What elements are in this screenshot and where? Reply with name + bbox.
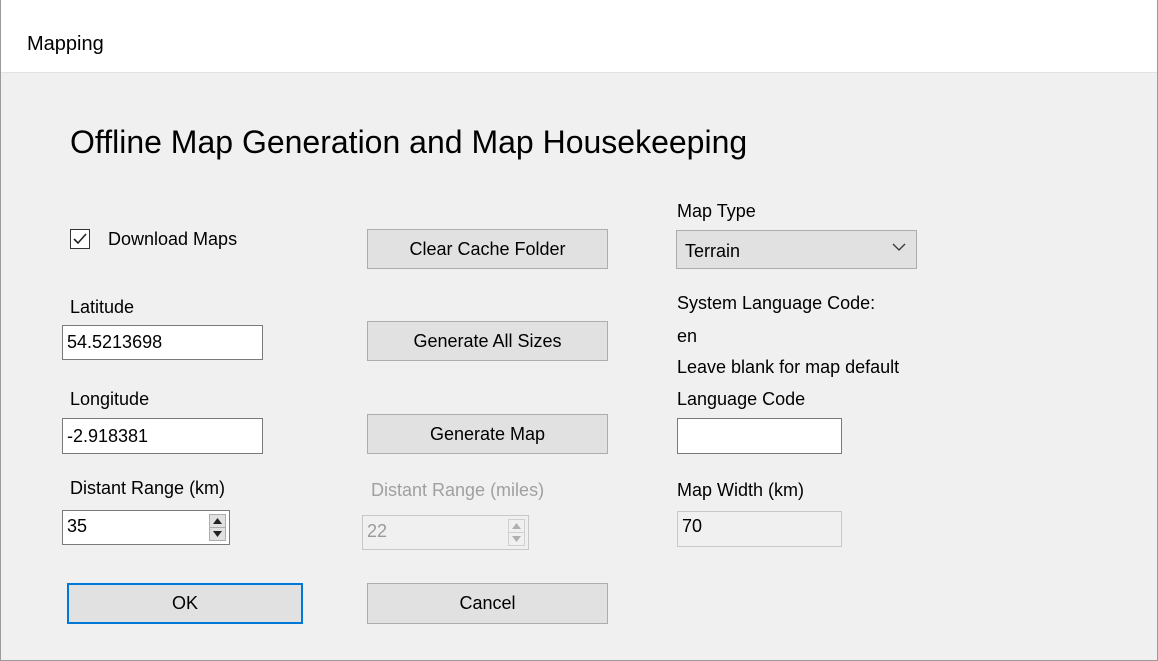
- triangle-up-icon: [512, 523, 521, 529]
- generate-map-button[interactable]: Generate Map: [367, 414, 608, 454]
- generate-all-sizes-button[interactable]: Generate All Sizes: [367, 321, 608, 361]
- distant-range-km-stepper[interactable]: 35: [62, 510, 230, 545]
- cancel-button[interactable]: Cancel: [367, 583, 608, 624]
- language-code-label: Language Code: [677, 389, 806, 409]
- distant-range-miles-stepper: 22: [362, 515, 529, 550]
- spinner-up-button: [509, 520, 524, 533]
- ok-button[interactable]: OK: [67, 583, 303, 624]
- spinner-up-button[interactable]: [210, 515, 225, 528]
- system-language-value: en: [677, 326, 698, 346]
- system-language-label: System Language Code:: [677, 293, 876, 313]
- checkmark-icon: [73, 233, 87, 245]
- distant-range-km-spinner[interactable]: [209, 514, 226, 541]
- distant-range-miles-spinner: [508, 519, 525, 546]
- triangle-down-icon: [213, 531, 222, 537]
- distant-range-miles-label: Distant Range (miles): [371, 480, 545, 500]
- clear-cache-folder-button[interactable]: Clear Cache Folder: [367, 229, 608, 269]
- map-type-selected: Terrain: [685, 241, 741, 261]
- page-heading: Offline Map Generation and Map Housekeep…: [70, 124, 748, 160]
- longitude-input[interactable]: [62, 418, 263, 454]
- latitude-input[interactable]: [62, 325, 263, 360]
- spinner-down-button: [509, 533, 524, 545]
- spinner-down-button[interactable]: [210, 528, 225, 540]
- triangle-up-icon: [213, 518, 222, 524]
- download-maps-label[interactable]: Download Maps: [108, 229, 237, 250]
- triangle-down-icon: [512, 536, 521, 542]
- distant-range-km-value: 35: [67, 516, 88, 536]
- distant-range-miles-value: 22: [367, 521, 388, 541]
- language-hint: Leave blank for map default: [677, 357, 900, 377]
- language-code-input[interactable]: [677, 418, 842, 454]
- latitude-label: Latitude: [70, 297, 135, 317]
- map-width-label: Map Width (km): [677, 480, 805, 500]
- window-border-left: [0, 0, 1, 661]
- window-title: Mapping: [27, 33, 104, 55]
- distant-range-km-label: Distant Range (km): [70, 478, 226, 498]
- map-width-value: 70: [677, 511, 842, 547]
- title-bar: Mapping: [0, 0, 1158, 73]
- map-type-label: Map Type: [677, 201, 756, 221]
- download-maps-checkbox[interactable]: [70, 229, 90, 249]
- longitude-label: Longitude: [70, 389, 150, 409]
- map-type-dropdown[interactable]: Terrain: [676, 230, 917, 269]
- chevron-down-icon: [892, 243, 906, 251]
